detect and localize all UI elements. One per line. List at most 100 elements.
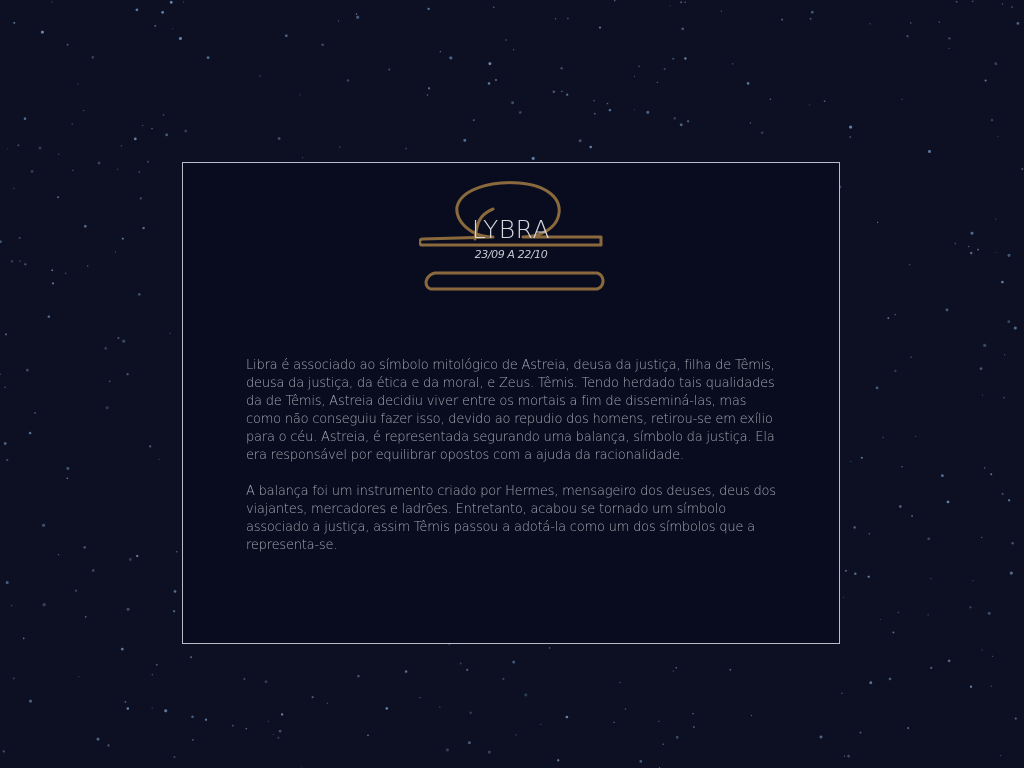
star [64, 272, 67, 274]
description-paragraph: Libra é associado ao símbolo mitológico … [246, 358, 775, 463]
star [1007, 499, 1011, 502]
star [22, 637, 25, 640]
star [992, 655, 994, 657]
star [841, 692, 843, 694]
star [114, 251, 117, 253]
star [693, 726, 695, 728]
star [107, 744, 110, 747]
star [466, 668, 469, 672]
star [24, 263, 27, 266]
star [487, 82, 491, 85]
star [638, 65, 640, 68]
star [892, 631, 895, 634]
star [869, 23, 871, 25]
star [122, 339, 126, 343]
star [639, 759, 643, 763]
star [321, 43, 324, 46]
star [126, 373, 129, 376]
star [894, 313, 896, 316]
star [57, 554, 60, 556]
star [898, 505, 902, 508]
star [243, 677, 246, 681]
star [405, 147, 408, 150]
star [172, 28, 174, 30]
star [277, 736, 280, 739]
star [850, 460, 852, 462]
star [277, 137, 281, 140]
star [969, 685, 973, 688]
star [311, 695, 314, 699]
star [947, 659, 951, 663]
star [142, 226, 145, 230]
star [972, 580, 974, 582]
star [161, 11, 164, 14]
star [675, 667, 677, 669]
star [593, 99, 596, 102]
star [472, 119, 475, 122]
star [842, 596, 844, 598]
star [206, 56, 210, 60]
star [560, 67, 563, 70]
star [120, 145, 123, 147]
star [901, 98, 903, 100]
star [58, 153, 60, 155]
star [990, 118, 994, 122]
star [1003, 396, 1005, 399]
star [614, 0, 616, 2]
star [868, 532, 871, 535]
star [853, 526, 856, 529]
star [267, 720, 269, 723]
star [4, 333, 8, 336]
star [10, 604, 13, 607]
star [589, 145, 592, 149]
star [995, 251, 997, 253]
star [860, 456, 863, 459]
star [613, 721, 615, 724]
star [999, 754, 1002, 757]
star [138, 170, 141, 173]
star [488, 62, 492, 66]
star [182, 1, 184, 3]
star [844, 569, 847, 572]
star [192, 739, 194, 741]
star [980, 536, 983, 539]
star [511, 101, 515, 105]
star [151, 707, 153, 709]
star [720, 10, 723, 12]
star [13, 187, 15, 190]
star [684, 1, 686, 3]
star [42, 523, 46, 527]
star [2, 750, 5, 753]
star [51, 282, 55, 285]
star [158, 458, 160, 461]
star [749, 122, 752, 124]
star [108, 380, 111, 383]
star [686, 120, 690, 123]
star [552, 90, 556, 93]
star [51, 269, 54, 272]
star [823, 100, 826, 103]
star [882, 436, 884, 439]
star [23, 117, 27, 120]
star [948, 37, 951, 40]
star [1013, 326, 1017, 330]
star [120, 647, 124, 651]
star [278, 729, 282, 733]
star [96, 737, 100, 741]
star [1007, 320, 1011, 323]
star [888, 677, 892, 681]
star [72, 169, 74, 171]
star [1016, 22, 1020, 25]
star [692, 713, 694, 715]
star [502, 677, 505, 680]
star [77, 83, 79, 85]
star [164, 709, 168, 713]
star [30, 169, 34, 173]
star [204, 718, 208, 721]
star [47, 315, 51, 318]
star [938, 21, 941, 23]
star [684, 57, 687, 60]
star [83, 224, 87, 228]
star [969, 606, 972, 609]
star [6, 148, 8, 150]
